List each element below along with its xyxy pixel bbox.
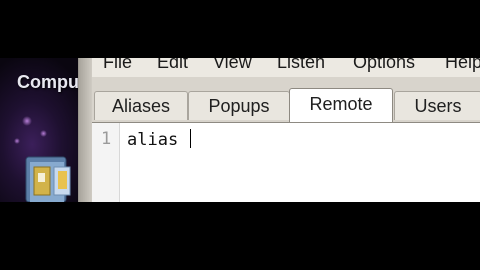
window-frame-edge bbox=[79, 58, 92, 202]
menu-options[interactable]: Options bbox=[353, 58, 415, 73]
sparkle-decoration bbox=[40, 130, 47, 137]
script-editor[interactable]: 1 alias bbox=[92, 122, 480, 202]
tab-strip: Aliases Popups Remote Users bbox=[92, 77, 480, 122]
screenshot-area: Compu File Edit View Listen Options Help bbox=[0, 58, 480, 202]
menu-edit[interactable]: Edit bbox=[157, 58, 188, 73]
editor-line[interactable]: alias bbox=[127, 129, 192, 150]
folder-icon[interactable] bbox=[24, 153, 74, 202]
screen: Compu File Edit View Listen Options Help bbox=[0, 0, 480, 270]
menu-file[interactable]: File bbox=[103, 58, 132, 73]
menu-view[interactable]: View bbox=[213, 58, 252, 73]
editor-line-text: alias bbox=[127, 130, 189, 150]
menu-listen[interactable]: Listen bbox=[277, 58, 325, 73]
text-caret bbox=[190, 129, 192, 148]
menu-help[interactable]: Help bbox=[445, 58, 480, 73]
line-number-gutter: 1 bbox=[92, 123, 120, 202]
tab-aliases[interactable]: Aliases bbox=[94, 91, 188, 120]
tab-remote[interactable]: Remote bbox=[289, 88, 393, 122]
sparkle-decoration bbox=[22, 116, 32, 126]
application-window: File Edit View Listen Options Help Alias… bbox=[78, 58, 480, 202]
line-number: 1 bbox=[101, 129, 112, 149]
tab-popups[interactable]: Popups bbox=[188, 91, 290, 120]
tab-users[interactable]: Users bbox=[394, 91, 480, 120]
sparkle-decoration bbox=[14, 138, 20, 144]
menu-bar: File Edit View Listen Options Help bbox=[92, 58, 480, 77]
desktop-icon-label[interactable]: Compu bbox=[17, 72, 79, 93]
